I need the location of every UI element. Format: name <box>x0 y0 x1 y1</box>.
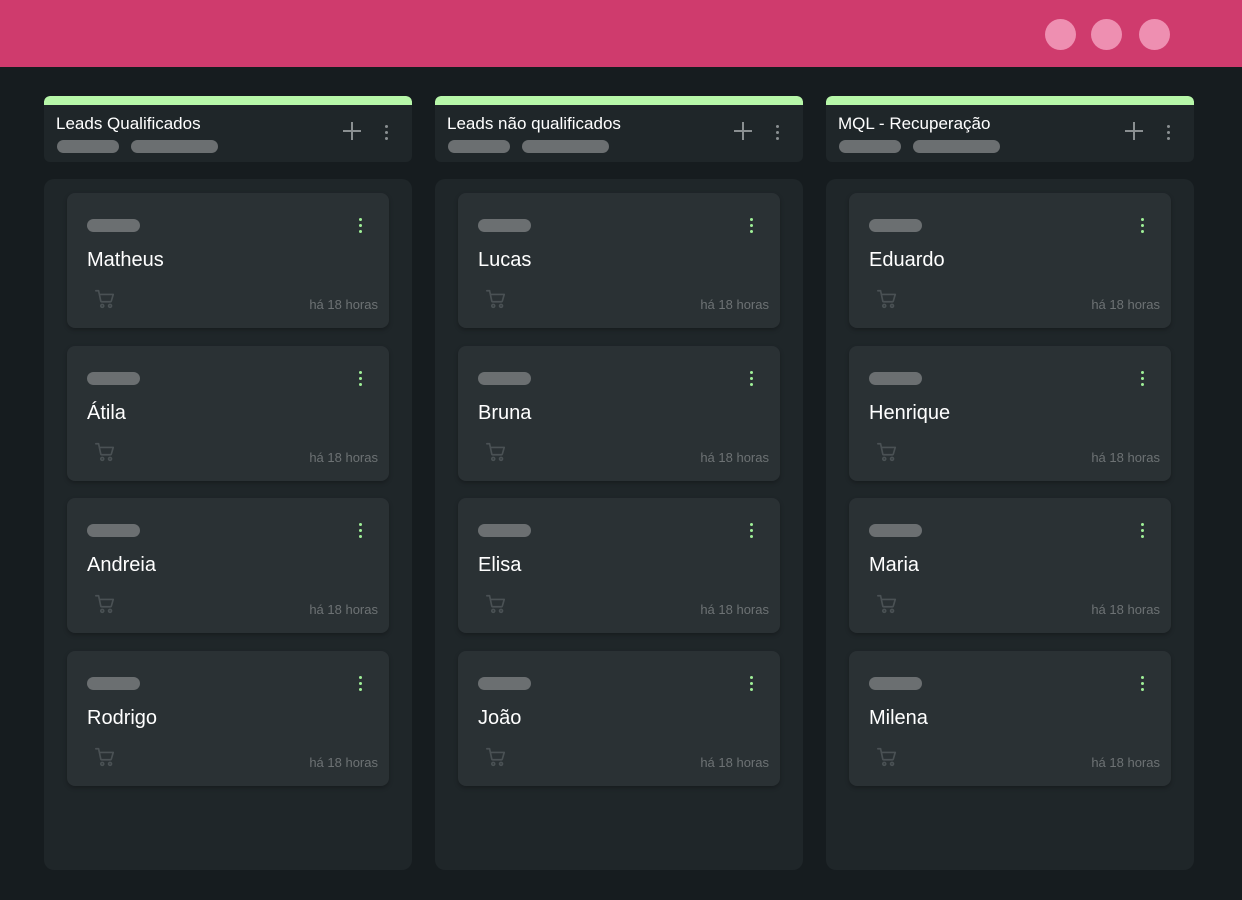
more-vertical-icon[interactable] <box>1139 673 1147 695</box>
more-vertical-icon[interactable] <box>748 673 756 695</box>
more-vertical-icon[interactable] <box>357 520 365 542</box>
card-tag-placeholder <box>478 219 531 232</box>
column-body: Eduardo há 18 horas Henrique há 18 horas Mar… <box>826 179 1194 870</box>
column-accent-bar <box>826 96 1194 105</box>
more-vertical-icon[interactable] <box>1139 368 1147 390</box>
lead-card[interactable]: Lucas há 18 horas <box>458 193 780 328</box>
column-tag-placeholder <box>131 140 218 153</box>
cart-icon[interactable] <box>876 288 898 310</box>
more-vertical-icon[interactable] <box>357 215 365 237</box>
card-timestamp: há 18 horas <box>700 297 769 312</box>
card-timestamp: há 18 horas <box>309 450 378 465</box>
card-timestamp: há 18 horas <box>1091 602 1160 617</box>
cart-icon[interactable] <box>876 593 898 615</box>
more-vertical-icon[interactable] <box>748 368 756 390</box>
card-tag-placeholder <box>87 219 140 232</box>
cart-icon[interactable] <box>94 441 116 463</box>
column-tag-placeholder <box>57 140 119 153</box>
card-timestamp: há 18 horas <box>700 450 769 465</box>
card-tag-placeholder <box>869 677 922 690</box>
lead-name: Maria <box>869 554 920 576</box>
cart-icon[interactable] <box>485 746 507 768</box>
cart-icon[interactable] <box>485 593 507 615</box>
cart-icon[interactable] <box>485 441 507 463</box>
lead-card[interactable]: Milena há 18 horas <box>849 651 1171 786</box>
column-body: Lucas há 18 horas Bruna há 18 horas Elisa há … <box>435 179 803 870</box>
card-tag-placeholder <box>869 219 922 232</box>
plus-icon[interactable] <box>732 120 754 142</box>
cart-icon[interactable] <box>94 746 116 768</box>
more-vertical-icon[interactable] <box>357 368 365 390</box>
column-tag-placeholder <box>913 140 1000 153</box>
cart-icon[interactable] <box>876 746 898 768</box>
card-timestamp: há 18 horas <box>309 755 378 770</box>
column-title: Leads não qualificados <box>447 114 621 133</box>
card-tag-placeholder <box>87 524 140 537</box>
card-tag-placeholder <box>87 372 140 385</box>
column-header: Leads não qualificados <box>435 96 803 162</box>
lead-card[interactable]: Rodrigo há 18 horas <box>67 651 389 786</box>
card-tag-placeholder <box>869 524 922 537</box>
column-body: Matheus há 18 horas Átila há 18 horas Andrei… <box>44 179 412 870</box>
lead-card[interactable]: Eduardo há 18 horas <box>849 193 1171 328</box>
cart-icon[interactable] <box>876 441 898 463</box>
lead-name: Matheus <box>87 249 164 271</box>
lead-name: Henrique <box>869 402 951 424</box>
column-title: Leads Qualificados <box>56 114 201 133</box>
more-vertical-icon[interactable] <box>383 122 391 144</box>
card-tag-placeholder <box>87 677 140 690</box>
lead-card[interactable]: Andreia há 18 horas <box>67 498 389 633</box>
lead-card[interactable]: João há 18 horas <box>458 651 780 786</box>
card-tag-placeholder <box>869 372 922 385</box>
column-tag-placeholder <box>522 140 609 153</box>
lead-card[interactable]: Bruna há 18 horas <box>458 346 780 481</box>
card-timestamp: há 18 horas <box>700 755 769 770</box>
column-tag-placeholder <box>448 140 510 153</box>
more-vertical-icon[interactable] <box>748 520 756 542</box>
card-tag-placeholder <box>478 372 531 385</box>
more-vertical-icon[interactable] <box>748 215 756 237</box>
plus-icon[interactable] <box>341 120 363 142</box>
lead-name: Milena <box>869 707 928 729</box>
card-timestamp: há 18 horas <box>309 297 378 312</box>
cart-icon[interactable] <box>94 288 116 310</box>
card-timestamp: há 18 horas <box>1091 450 1160 465</box>
cart-icon[interactable] <box>94 593 116 615</box>
more-vertical-icon[interactable] <box>1165 122 1173 144</box>
column-title: MQL - Recuperação <box>838 114 991 133</box>
more-vertical-icon[interactable] <box>357 673 365 695</box>
lead-card[interactable]: Elisa há 18 horas <box>458 498 780 633</box>
lead-name: Elisa <box>478 554 522 576</box>
column-accent-bar <box>435 96 803 105</box>
more-vertical-icon[interactable] <box>1139 215 1147 237</box>
cart-icon[interactable] <box>485 288 507 310</box>
kanban-board: Leads Qualificados Matheus há 18 horas Átil… <box>0 0 1242 900</box>
plus-icon[interactable] <box>1123 120 1145 142</box>
lead-card[interactable]: Matheus há 18 horas <box>67 193 389 328</box>
lead-card[interactable]: Átila há 18 horas <box>67 346 389 481</box>
lead-name: Átila <box>87 402 126 424</box>
card-timestamp: há 18 horas <box>309 602 378 617</box>
lead-name: João <box>478 707 522 729</box>
card-tag-placeholder <box>478 677 531 690</box>
lead-card[interactable]: Henrique há 18 horas <box>849 346 1171 481</box>
card-tag-placeholder <box>478 524 531 537</box>
more-vertical-icon[interactable] <box>774 122 782 144</box>
card-timestamp: há 18 horas <box>700 602 769 617</box>
more-vertical-icon[interactable] <box>1139 520 1147 542</box>
card-timestamp: há 18 horas <box>1091 755 1160 770</box>
lead-name: Andreia <box>87 554 156 576</box>
lead-name: Lucas <box>478 249 532 271</box>
lead-name: Eduardo <box>869 249 945 271</box>
lead-name: Rodrigo <box>87 707 158 729</box>
column-tag-placeholder <box>839 140 901 153</box>
column-accent-bar <box>44 96 412 105</box>
lead-name: Bruna <box>478 402 532 424</box>
column-header: Leads Qualificados <box>44 96 412 162</box>
lead-card[interactable]: Maria há 18 horas <box>849 498 1171 633</box>
card-timestamp: há 18 horas <box>1091 297 1160 312</box>
column-header: MQL - Recuperação <box>826 96 1194 162</box>
